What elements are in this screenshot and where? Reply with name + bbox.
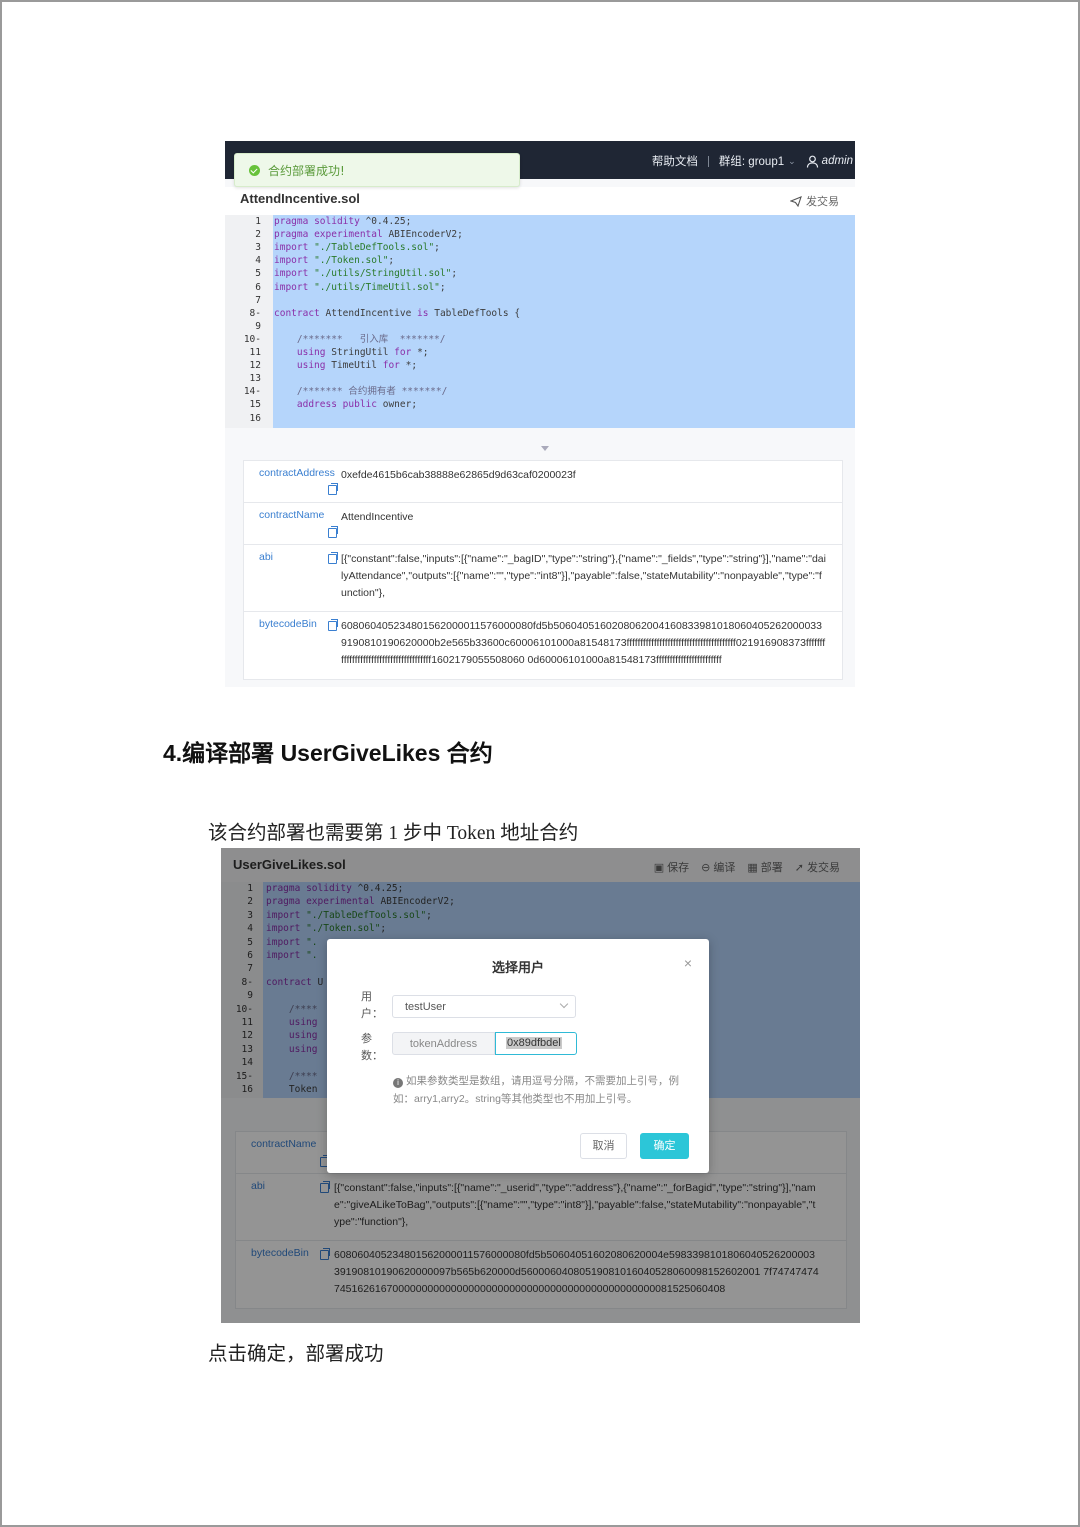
user-label: 用户：: [361, 991, 383, 1020]
token-address-value: 0x89dfbdel: [506, 1037, 562, 1049]
line-number: 16: [249, 412, 261, 424]
user-icon: [806, 155, 818, 168]
contract-name-value: AttendIncentive: [341, 511, 414, 523]
code-line: 6 import "./utils/TimeUtil.sol";: [225, 281, 855, 294]
code-line: 4 import "./Token.sol";: [225, 254, 855, 267]
line-number: 14-: [243, 386, 261, 398]
table-row: contractName AttendIncentive: [244, 503, 842, 545]
code-line: 9: [225, 320, 855, 333]
abi-value: [{"constant":false,"inputs":[{"name":"_b…: [341, 553, 826, 599]
param-label: 参数：: [361, 1033, 383, 1062]
contract-info-panel: contractAddress 0xefde4615b6cab38888e628…: [225, 428, 855, 687]
table-row: abi [{"constant":false,"inputs":[{"name"…: [244, 545, 842, 612]
token-address-input[interactable]: 0x89dfbdel: [495, 1032, 577, 1055]
code-text: import "./utils/StringUtil.sol";: [274, 268, 458, 280]
code-text: import "./TableDefTools.sol";: [274, 242, 440, 254]
code-text: contract AttendIncentive is TableDefTool…: [274, 307, 521, 319]
send-transaction-button[interactable]: 发交易: [790, 193, 839, 209]
code-line: 15 address public owner;: [225, 398, 855, 411]
line-number: 13: [249, 373, 261, 385]
info-icon: i: [393, 1078, 403, 1088]
code-line: 13: [225, 372, 855, 385]
bytecode-value: 608060405234801562000011576000080fd5b506…: [341, 620, 826, 666]
code-line: 2 pragma experimental ABIEncoderV2;: [225, 228, 855, 241]
param-hint: i 如果参数类型是数组，请用逗号分隔，不需要加上引号，例如：arry1,arry2…: [393, 1073, 679, 1108]
user-select-value: testUser: [405, 1001, 446, 1013]
param-hint-text: 如果参数类型是数组，请用逗号分隔，不需要加上引号，例如：arry1,arry2。…: [393, 1075, 679, 1105]
copy-icon[interactable]: [328, 483, 338, 495]
chevron-down-icon[interactable]: ⌄: [788, 156, 796, 167]
code-text: /******* 合约拥有者 *******/: [274, 386, 448, 398]
code-line: 11 using StringUtil for *;: [225, 346, 855, 359]
line-number: 9: [255, 320, 261, 332]
line-number: 8-: [249, 307, 261, 319]
contract-address-value: 0xefde4615b6cab38888e62865d9d63caf020002…: [341, 469, 576, 481]
file-name: AttendIncentive.sol: [240, 191, 360, 206]
code-line: 5 import "./utils/StringUtil.sol";: [225, 267, 855, 280]
code-line: 14- /******* 合约拥有者 *******/: [225, 385, 855, 398]
line-number: 5: [255, 268, 261, 280]
code-line: 12 using TimeUtil for *;: [225, 359, 855, 372]
confirm-button[interactable]: 确定: [640, 1133, 689, 1159]
table-row: bytecodeBin 6080604052348015620000115760…: [244, 612, 842, 679]
help-docs-link[interactable]: 帮助文档: [652, 153, 698, 169]
code-line: 10- /******* 引入库 *******/: [225, 333, 855, 346]
code-text: import "./utils/TimeUtil.sol";: [274, 281, 446, 293]
chevron-down-icon: [559, 999, 569, 1009]
line-number: 10-: [243, 333, 261, 345]
line-number: 6: [255, 281, 261, 293]
send-transaction-label: 发交易: [806, 195, 839, 208]
code-text: import "./Token.sol";: [274, 255, 395, 267]
line-number: 4: [255, 255, 261, 267]
line-number: 1: [255, 216, 261, 227]
code-text: using TimeUtil for *;: [296, 360, 418, 372]
close-icon[interactable]: ×: [684, 955, 692, 971]
code-line: 8- contract AttendIncentive is TableDefTo…: [225, 307, 855, 320]
code-line: 1 pragma solidity ^0.4.25;: [225, 215, 855, 228]
contract-name-key: contractName: [259, 509, 325, 521]
contract-address-key: contractAddress: [259, 467, 335, 479]
deploy-success-screenshot: 帮助文档 群组: group1 ⌄ admin AttendIncentive.…: [225, 141, 855, 687]
code-text: using StringUtil for *;: [296, 347, 429, 358]
table-row: contractAddress 0xefde4615b6cab38888e628…: [244, 461, 842, 503]
code-text: address public owner;: [296, 399, 418, 411]
paragraph-deploy-success: 点击确定，部署成功: [208, 1344, 384, 1365]
contract-info-table: contractAddress 0xefde4615b6cab38888e628…: [243, 460, 843, 680]
line-number: 2: [255, 229, 261, 241]
file-header: AttendIncentive.sol 发交易: [225, 187, 855, 215]
collapse-caret-icon[interactable]: [541, 446, 549, 451]
bytecode-key: bytecodeBin: [259, 618, 317, 630]
section-heading: 4.编译部署 UserGiveLikes 合约: [163, 740, 493, 766]
param-name-addon: tokenAddress: [392, 1032, 495, 1055]
user-name[interactable]: admin: [822, 155, 853, 167]
copy-icon[interactable]: [328, 526, 338, 538]
deploy-dialog-screenshot: UserGiveLikes.sol ▣ 保存 ⊖ 编译 ▦ 部署 ➚ 发交易 1 prag…: [221, 848, 860, 1323]
copy-icon[interactable]: [328, 619, 338, 631]
code-line: 7: [225, 294, 855, 307]
line-number: 11: [249, 347, 261, 358]
abi-key: abi: [259, 551, 274, 563]
cancel-button[interactable]: 取消: [580, 1133, 627, 1159]
dialog-title: 选择用户: [491, 960, 544, 975]
paragraph-token-note: 该合约部署也需要第 1 步中 Token 地址合约: [208, 823, 579, 844]
code-editor[interactable]: 1 pragma solidity ^0.4.25; 2 pragma experim…: [225, 215, 855, 428]
line-number: 12: [249, 360, 261, 372]
code-text: /******* 引入库 *******/: [274, 333, 446, 345]
user-select[interactable]: testUser: [392, 995, 576, 1018]
code-text: pragma solidity ^0.4.25;: [274, 216, 412, 227]
check-circle-icon: [249, 164, 260, 176]
divider: [707, 155, 709, 167]
toast-message: 合约部署成功!: [268, 163, 345, 178]
line-number: 3: [255, 242, 261, 254]
copy-icon[interactable]: [328, 552, 338, 564]
select-user-dialog: 选择用户 × 用户： testUser 参数： tokenAddress 0x8…: [327, 939, 709, 1173]
code-line: 3 import "./TableDefTools.sol";: [225, 241, 855, 254]
code-line: 16: [225, 412, 855, 425]
send-icon: [790, 195, 802, 207]
line-number: 7: [255, 294, 261, 306]
code-text: pragma experimental ABIEncoderV2;: [274, 229, 463, 241]
line-number: 15: [249, 399, 261, 411]
group-selector[interactable]: 群组: group1: [719, 153, 784, 169]
success-toast: 合约部署成功!: [234, 153, 520, 187]
